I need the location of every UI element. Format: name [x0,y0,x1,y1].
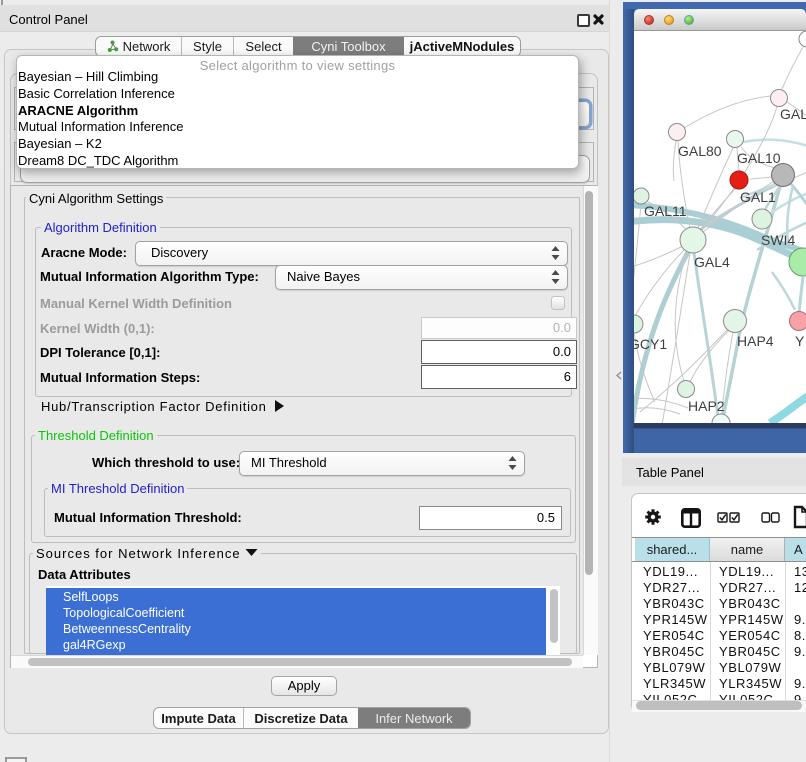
svg-text:GAL: GAL [780,106,806,122]
svg-text:GAL10: GAL10 [737,150,781,166]
svg-text:SWI4: SWI4 [761,232,795,248]
svg-text:HAP2: HAP2 [688,398,725,414]
svg-text:HAP4: HAP4 [737,333,774,349]
svg-text:GCY1: GCY1 [634,336,667,352]
svg-text:Y: Y [795,333,805,349]
svg-text:GAL80: GAL80 [678,143,722,159]
svg-text:GAL4: GAL4 [694,254,730,270]
svg-text:GAL11: GAL11 [644,203,687,219]
svg-text:GAL1: GAL1 [740,189,776,205]
